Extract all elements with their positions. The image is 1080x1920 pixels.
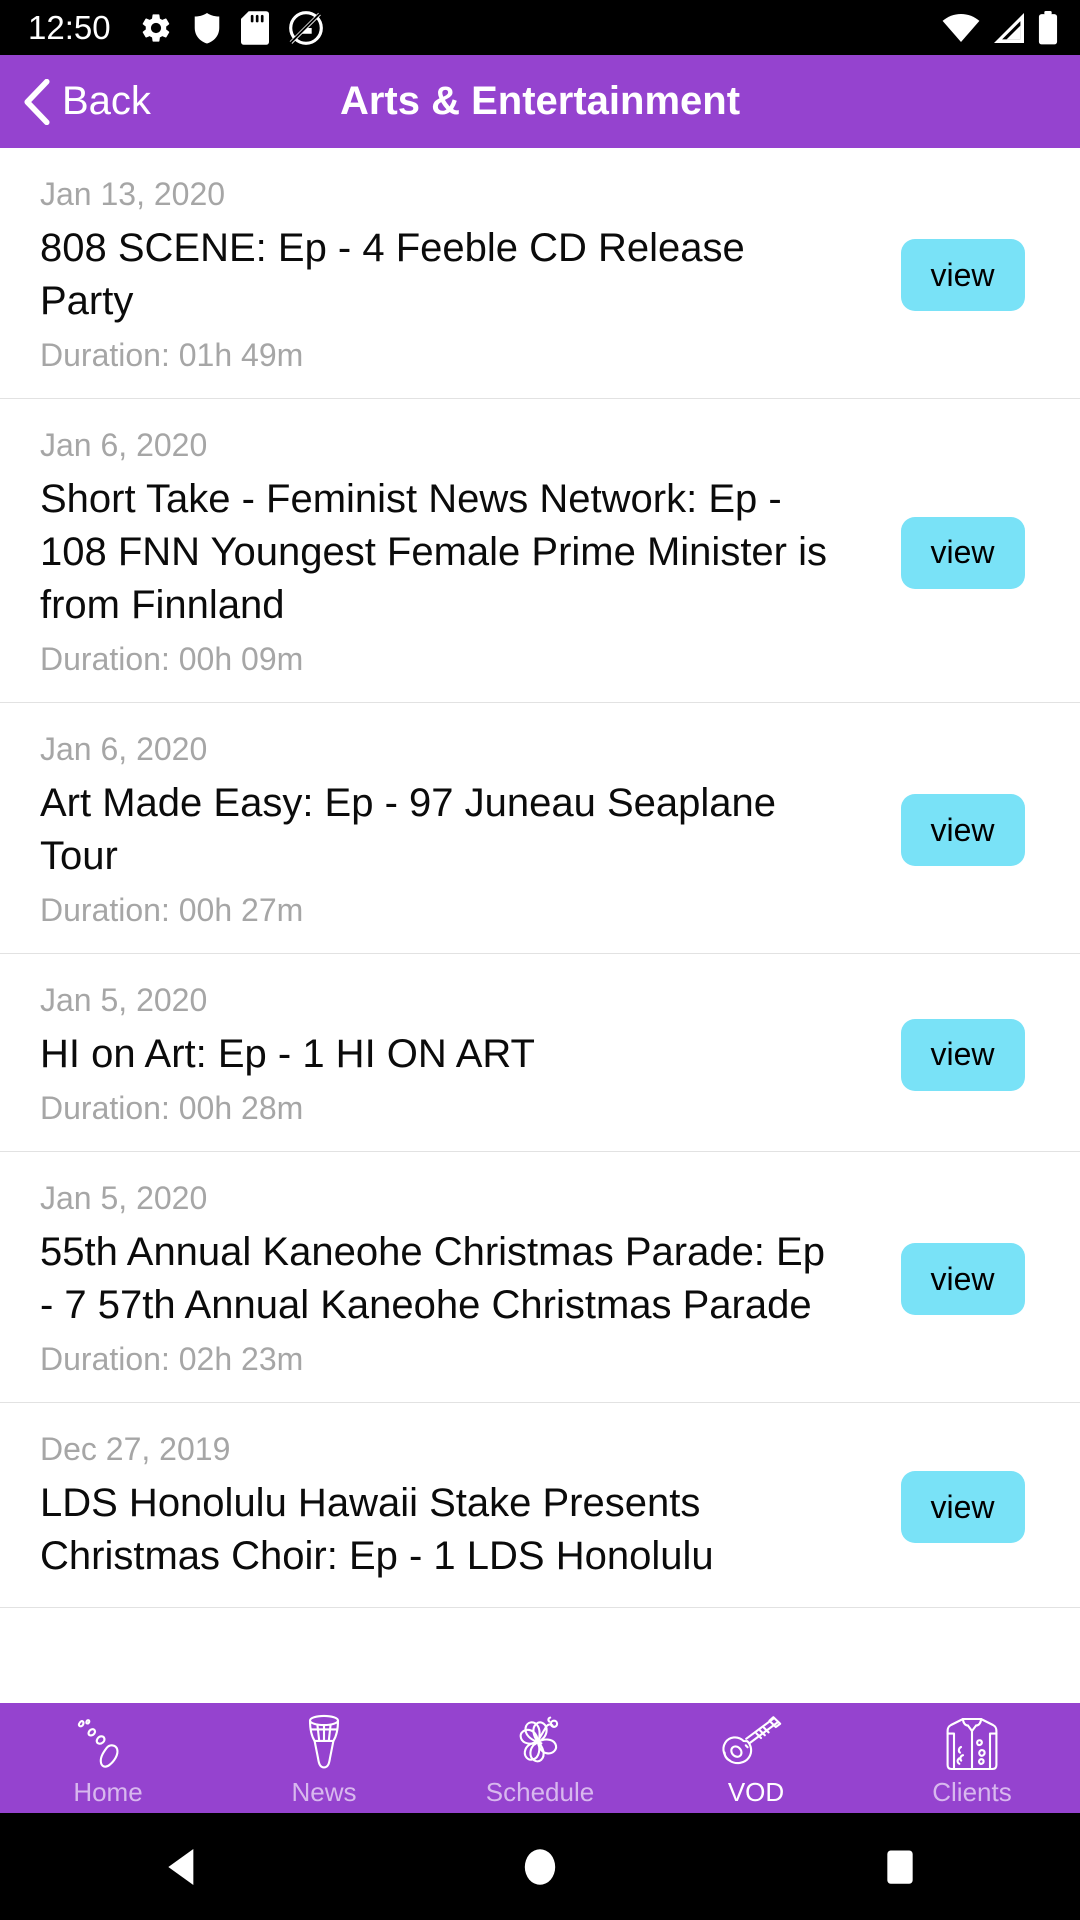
tab-clients-label: Clients: [932, 1777, 1012, 1807]
list-item[interactable]: Jan 5, 2020 HI on Art: Ep - 1 HI ON ART …: [0, 954, 1080, 1152]
nav-recents-button[interactable]: [720, 1813, 1080, 1920]
list-item-date: Jan 6, 2020: [40, 731, 208, 767]
ukulele-icon: [716, 1713, 796, 1773]
list-item-action: view: [845, 1018, 1080, 1091]
tab-news-label: News: [291, 1777, 357, 1807]
list-item-title: 55th Annual Kaneohe Christmas Parade: Ep…: [40, 1230, 825, 1327]
list-item-date: Jan 5, 2020: [40, 1180, 208, 1216]
list-item-duration: Duration: 00h 27m: [40, 892, 304, 928]
ipu-drum-icon: [293, 1713, 355, 1773]
nav-back-button[interactable]: [0, 1813, 360, 1920]
tab-home-label: Home: [73, 1777, 143, 1807]
wifi-icon: [942, 13, 980, 42]
chevron-left-icon: [24, 78, 50, 125]
nav-home-button[interactable]: [360, 1813, 720, 1920]
aloha-shirt-icon: [939, 1713, 1005, 1773]
list-item-title: 808 SCENE: Ep - 4 Feeble CD Release Part…: [40, 226, 745, 323]
sdcard-icon: [240, 10, 269, 45]
list-item-title: Art Made Easy: Ep - 97 Juneau Seaplane T…: [40, 781, 777, 878]
do-not-disturb-icon: [288, 10, 323, 45]
tab-schedule[interactable]: Schedule: [432, 1703, 648, 1813]
recents-square-icon: [887, 1850, 913, 1884]
list-item-title: HI on Art: Ep - 1 HI ON ART: [40, 1032, 535, 1076]
status-right-icons: [942, 10, 1058, 45]
tab-schedule-label: Schedule: [485, 1777, 595, 1807]
list-item-text: Dec 27, 2019 LDS Honolulu Hawaii Stake P…: [0, 1427, 845, 1587]
list-item-duration: Duration: 02h 23m: [40, 1341, 304, 1377]
list-item-title: LDS Honolulu Hawaii Stake Presents Chris…: [40, 1481, 714, 1578]
back-triangle-icon: [168, 1848, 194, 1885]
status-bar: 12:50: [0, 0, 1080, 55]
list-item-date: Jan 5, 2020: [40, 982, 208, 1018]
android-nav-bar: [0, 1813, 1080, 1920]
list-item[interactable]: Jan 6, 2020 Short Take - Feminist News N…: [0, 399, 1080, 703]
list-item-action: view: [845, 1471, 1080, 1543]
view-button[interactable]: view: [900, 516, 1025, 589]
list-item[interactable]: Dec 27, 2019 LDS Honolulu Hawaii Stake P…: [0, 1403, 1080, 1608]
bottom-tab-bar: Home News Schedule VOD Clients: [0, 1703, 1080, 1813]
list-item-text: Jan 5, 2020 55th Annual Kaneohe Christma…: [0, 1176, 845, 1382]
tab-clients[interactable]: Clients: [864, 1703, 1080, 1813]
status-left-icons: [139, 10, 324, 46]
phone-screen: 12:50 Arts & Entertainment Back Jan 13, …: [0, 0, 1080, 1920]
list-item[interactable]: Jan 5, 2020 55th Annual Kaneohe Christma…: [0, 1152, 1080, 1403]
view-button[interactable]: view: [900, 1471, 1025, 1543]
list-item-duration: Duration: 01h 49m: [40, 337, 304, 373]
view-button[interactable]: view: [900, 1243, 1025, 1315]
list-item-action: view: [845, 239, 1080, 311]
cellular-signal-icon: [994, 12, 1024, 43]
tab-vod-label: VOD: [727, 1777, 785, 1807]
view-button[interactable]: view: [900, 794, 1025, 866]
list-item-action: view: [845, 516, 1080, 589]
list-item[interactable]: Jan 6, 2020 Art Made Easy: Ep - 97 Junea…: [0, 703, 1080, 954]
vod-list[interactable]: Jan 13, 2020 808 SCENE: Ep - 4 Feeble CD…: [0, 148, 1080, 1920]
status-time: 12:50: [28, 9, 111, 46]
list-item-title: Short Take - Feminist News Network: Ep -…: [40, 477, 827, 627]
view-button[interactable]: view: [900, 239, 1025, 311]
list-item-action: view: [845, 794, 1080, 866]
list-item-duration: Duration: 00h 09m: [40, 641, 304, 677]
hibiscus-flower-icon: [502, 1713, 578, 1773]
tab-vod[interactable]: VOD: [648, 1703, 864, 1813]
shield-icon: [194, 12, 219, 44]
list-item-date: Jan 13, 2020: [40, 176, 226, 212]
gear-icon: [142, 13, 169, 42]
back-button[interactable]: Back: [0, 55, 151, 148]
tab-home[interactable]: Home: [0, 1703, 216, 1813]
back-button-label: Back: [62, 79, 151, 123]
list-item-date: Dec 27, 2019: [40, 1431, 231, 1467]
list-item[interactable]: Jan 13, 2020 808 SCENE: Ep - 4 Feeble CD…: [0, 148, 1080, 399]
app-header: Arts & Entertainment Back: [0, 55, 1080, 148]
home-circle-icon: [524, 1848, 556, 1885]
view-button[interactable]: view: [900, 1018, 1025, 1091]
battery-icon: [1038, 10, 1058, 44]
page-title: Arts & Entertainment: [339, 79, 741, 123]
list-item-duration: Duration: 00h 28m: [40, 1090, 304, 1126]
list-item-text: Jan 6, 2020 Art Made Easy: Ep - 97 Junea…: [0, 727, 845, 933]
list-item-text: Jan 6, 2020 Short Take - Feminist News N…: [0, 423, 845, 682]
tab-news[interactable]: News: [216, 1703, 432, 1813]
hawaiian-islands-icon: [70, 1713, 146, 1773]
list-item-action: view: [845, 1243, 1080, 1315]
list-item-text: Jan 5, 2020 HI on Art: Ep - 1 HI ON ART …: [0, 978, 845, 1131]
list-item-text: Jan 13, 2020 808 SCENE: Ep - 4 Feeble CD…: [0, 172, 845, 378]
list-item-date: Jan 6, 2020: [40, 427, 208, 463]
